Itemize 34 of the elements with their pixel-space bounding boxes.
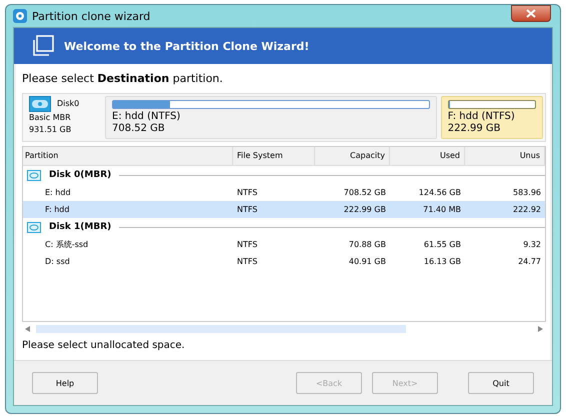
partition-size: 222.99 GB (448, 123, 502, 135)
header-title: Welcome to the Partition Clone Wizard! (64, 40, 310, 52)
partition-row[interactable]: F: hdd NTFS 222.99 GB 71.40 MB 222.92 (23, 201, 545, 218)
column-header[interactable]: Partition (23, 147, 233, 165)
close-button[interactable] (511, 5, 551, 22)
close-icon (526, 9, 536, 18)
disk-icon (27, 170, 41, 180)
wizard-button[interactable]: Help (32, 372, 98, 394)
instruction-text: Please select Destination partition. (22, 72, 224, 85)
disk-icon (27, 222, 41, 232)
status-text: Please select unallocated space. (22, 340, 186, 351)
column-header[interactable]: Used (390, 147, 465, 165)
app-icon (13, 9, 27, 23)
partition-block[interactable]: F: hdd (NTFS) 222.99 GB (440, 96, 543, 139)
wizard-button[interactable]: Quit (468, 372, 534, 394)
disk-name: Disk0 (57, 98, 80, 110)
column-header[interactable]: File System (233, 147, 315, 165)
disk-type: Basic MBR (29, 112, 72, 124)
scroll-left-icon (25, 326, 30, 332)
window-title: Partition clone wizard (32, 10, 150, 22)
disk-group-label: Disk 1(MBR) (49, 222, 112, 232)
scroll-right-icon (538, 326, 543, 332)
disk-group-label: Disk 0(MBR) (49, 170, 112, 180)
partition-block[interactable]: E: hdd (NTFS) 708.52 GB (105, 96, 437, 139)
partition-label: E: hdd (NTFS) (112, 111, 182, 123)
disk-size: 931.51 GB (29, 124, 72, 136)
column-header[interactable]: Unus (465, 147, 545, 165)
copy-pages-icon (32, 35, 54, 57)
partition-size: 708.52 GB (112, 123, 166, 135)
partition-row[interactable]: D: ssd NTFS 40.91 GB 16.13 GB 24.77 (23, 253, 545, 270)
partition-label: F: hdd (NTFS) (448, 111, 516, 123)
partition-row[interactable]: E: hdd NTFS 708.52 GB 124.56 GB 583.96 (23, 184, 545, 201)
column-header[interactable]: Capacity (315, 147, 390, 165)
partition-row[interactable]: C: 系统-ssd NTFS 70.88 GB 61.55 GB 9.32 (23, 236, 545, 253)
